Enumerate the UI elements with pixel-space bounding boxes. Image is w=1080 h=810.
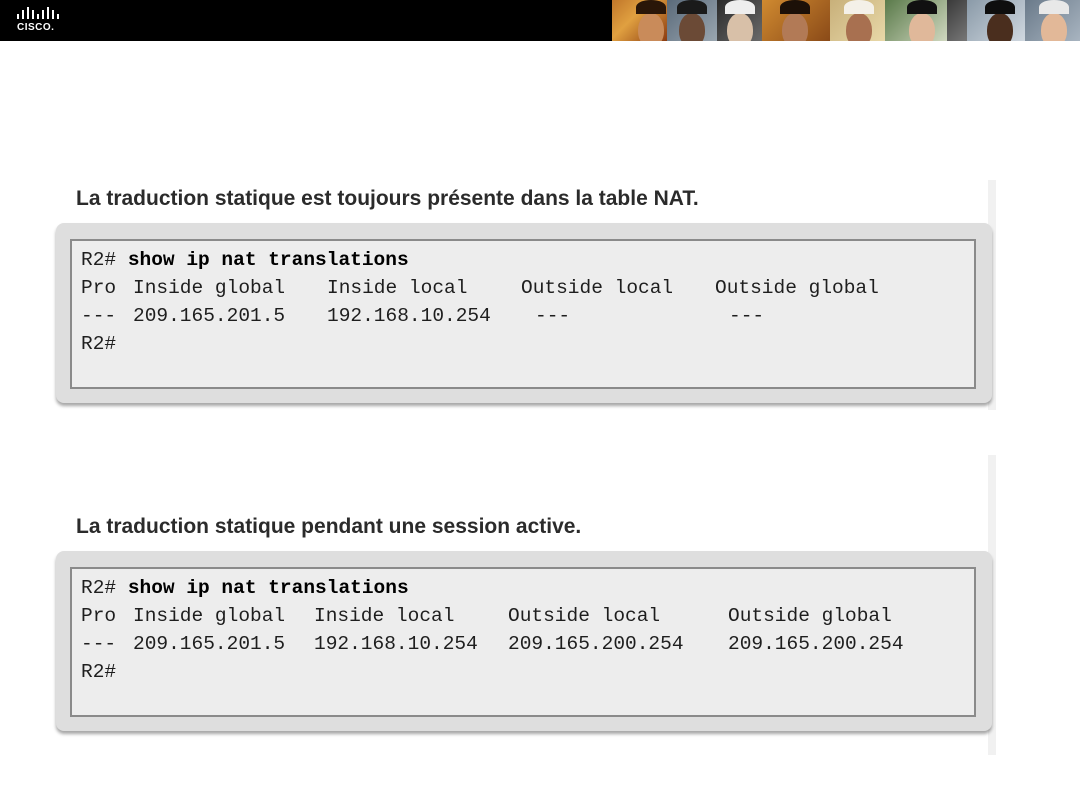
column-header: Inside global — [133, 605, 286, 627]
console-prompt-line: R2# — [81, 330, 974, 358]
table-cell: 209.165.201.5 — [133, 633, 286, 655]
header-photo — [717, 0, 762, 41]
header-photo — [830, 0, 885, 41]
column-header: Outside local — [508, 605, 661, 627]
cisco-logo: CISCO. — [14, 7, 64, 35]
table-cell: 209.165.200.254 — [508, 633, 684, 655]
console-command: show ip nat translations — [127, 249, 409, 271]
section-title: La traduction statique est toujours prés… — [76, 187, 699, 210]
cisco-bars-icon — [17, 7, 59, 19]
column-header: Outside local — [521, 277, 674, 299]
table-cell: 192.168.10.254 — [327, 305, 491, 327]
console-header-line: Pro Inside global Inside local Outside loca… — [81, 274, 974, 302]
header-photo — [947, 0, 967, 41]
console-prompt: R2# — [81, 249, 117, 271]
header-photo-strip — [612, 0, 1080, 41]
header-photo — [885, 0, 947, 41]
table-cell: 209.165.200.254 — [728, 633, 904, 655]
header-photo — [667, 0, 717, 41]
console-panel: R2# show ip nat translations Pro Inside g… — [56, 551, 992, 731]
table-cell: --- — [535, 305, 571, 327]
section-title: La traduction statique pendant une sessi… — [76, 515, 582, 538]
console-prompt-line: R2# — [81, 658, 974, 686]
table-cell: 209.165.201.5 — [133, 305, 286, 327]
console-prompt: R2# — [81, 577, 117, 599]
cisco-logo-text: CISCO. — [17, 22, 55, 33]
column-header: Pro — [81, 605, 117, 627]
console-panel: R2# show ip nat translations Pro Inside g… — [56, 223, 992, 403]
header-bar: CISCO. — [0, 0, 1080, 41]
header-photo — [967, 0, 1025, 41]
console-command-line: R2# show ip nat translations — [81, 246, 974, 274]
column-header: Inside global — [133, 277, 286, 299]
console-data-line: --- 209.165.201.5 192.168.10.254 209.165.20… — [81, 630, 974, 658]
column-header: Pro — [81, 277, 117, 299]
table-cell: --- — [81, 633, 117, 655]
column-header: Inside local — [314, 605, 455, 627]
header-photo — [762, 0, 830, 41]
console-command: show ip nat translations — [127, 577, 409, 599]
column-header: Outside global — [715, 277, 879, 299]
table-cell: --- — [81, 305, 117, 327]
console-data-line: --- 209.165.201.5 192.168.10.254 --- --- — [81, 302, 974, 330]
header-photo — [1025, 0, 1080, 41]
table-cell: --- — [729, 305, 765, 327]
console-prompt: R2# — [81, 661, 117, 683]
header-photo — [612, 0, 667, 41]
console-output: R2# show ip nat translations Pro Inside g… — [70, 567, 976, 717]
console-command-line: R2# show ip nat translations — [81, 574, 974, 602]
console-output: R2# show ip nat translations Pro Inside g… — [70, 239, 976, 389]
column-header: Outside global — [728, 605, 892, 627]
console-prompt: R2# — [81, 333, 117, 355]
table-cell: 192.168.10.254 — [314, 633, 478, 655]
console-header-line: Pro Inside global Inside local Outside loca… — [81, 602, 974, 630]
column-header: Inside local — [327, 277, 468, 299]
